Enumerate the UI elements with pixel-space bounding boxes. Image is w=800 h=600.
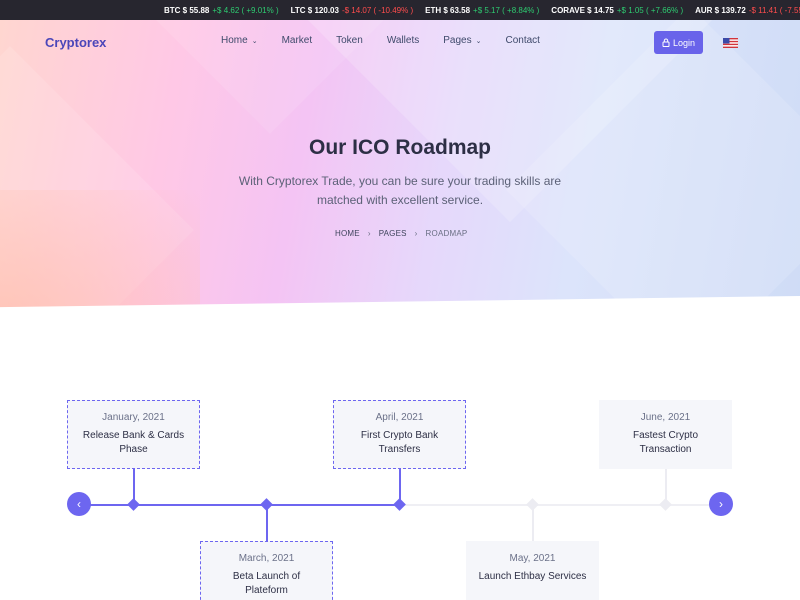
roadmap-card: April, 2021 First Crypto Bank Transfers [333, 400, 466, 469]
nav-token-label: Token [336, 35, 363, 46]
brand-logo[interactable]: Cryptorex [45, 35, 106, 50]
breadcrumb-current: ROADMAP [425, 229, 468, 238]
nav-wallets[interactable]: Wallets [387, 35, 419, 46]
nav-home-label: Home [221, 35, 248, 46]
ticker-symbol: BTC $ 55.88 [164, 5, 210, 15]
nav-market[interactable]: Market [282, 35, 313, 46]
roadmap-card: January, 2021 Release Bank & Cards Phase [67, 400, 200, 469]
roadmap-date: January, 2021 [102, 412, 165, 423]
timeline-marker [659, 498, 672, 511]
nav-contact-label: Contact [505, 35, 540, 46]
nav-pages[interactable]: Pages ⌄ [443, 35, 481, 46]
roadmap-date: April, 2021 [375, 412, 424, 423]
nav-token[interactable]: Token [336, 35, 363, 46]
ticker-change: +$ 5.17 ( +8.84% ) [473, 5, 540, 15]
roadmap-title: First Crypto Bank Transfers [360, 430, 439, 455]
roadmap-title: Fastest Crypto Transaction [632, 430, 699, 455]
hero-section [0, 20, 800, 310]
us-flag-icon[interactable] [723, 38, 738, 48]
roadmap-date: March, 2021 [238, 553, 295, 564]
breadcrumb-home[interactable]: HOME [335, 229, 360, 238]
ticker-item: ETH $ 63.58 +$ 5.17 ( +8.84% ) [425, 6, 539, 15]
ticker-item: CORAVE $ 14.75 +$ 1.05 ( +7.66% ) [551, 6, 683, 15]
ticker-track: BTC $ 55.88 +$ 4.62 ( +9.01% ) LTC $ 120… [164, 0, 800, 20]
roadmap-card: June, 2021 Fastest Crypto Transaction [599, 400, 732, 469]
breadcrumb-separator: › [414, 229, 418, 238]
nav-market-label: Market [281, 35, 313, 46]
ticker-symbol: LTC $ 120.03 [290, 5, 339, 15]
roadmap-card: May, 2021 Launch Ethbay Services [466, 541, 599, 600]
nav-pages-label: Pages [443, 35, 472, 46]
ticker-change: -$ 14.07 ( -10.49% ) [341, 5, 414, 15]
breadcrumb-separator: › [367, 229, 371, 238]
page-subtitle: With Cryptorex Trade, you can be sure yo… [238, 174, 562, 207]
roadmap-title: Launch Ethbay Services [478, 571, 587, 582]
roadmap-card: March, 2021 Beta Launch of Plateform [200, 541, 333, 600]
timeline-marker [526, 498, 539, 511]
roadmap-title: Release Bank & Cards Phase [82, 430, 185, 455]
price-ticker: BTC $ 55.88 +$ 4.62 ( +9.01% ) LTC $ 120… [0, 0, 800, 20]
chevron-left-icon: ‹ [77, 497, 81, 511]
timeline-marker [260, 498, 273, 511]
lock-icon [662, 38, 670, 47]
ticker-symbol: ETH $ 63.58 [425, 5, 471, 15]
login-button[interactable]: Login [654, 31, 703, 54]
main-nav: Home ⌄ Market Token Wallets Pages ⌄ Cont… [221, 35, 564, 46]
ticker-item: BTC $ 55.88 +$ 4.62 ( +9.01% ) [164, 6, 279, 15]
chevron-down-icon: ⌄ [251, 37, 258, 45]
page-title: Our ICO Roadmap [308, 136, 492, 159]
roadmap-title: Beta Launch of Plateform [232, 571, 301, 596]
roadmap-date: June, 2021 [640, 412, 691, 423]
roadmap-date: May, 2021 [509, 553, 556, 564]
ticker-symbol: CORAVE $ 14.75 [551, 5, 614, 15]
prev-arrow-button[interactable]: ‹ [67, 492, 91, 516]
ticker-item: LTC $ 120.03 -$ 14.07 ( -10.49% ) [291, 6, 413, 15]
nav-wallets-label: Wallets [386, 35, 420, 46]
ticker-change: +$ 1.05 ( +7.66% ) [616, 5, 684, 15]
timeline-marker [393, 498, 406, 511]
breadcrumb-pages[interactable]: PAGES [379, 229, 407, 238]
breadcrumb: HOME › PAGES › ROADMAP [335, 229, 467, 238]
chevron-right-icon: › [719, 497, 723, 511]
ticker-item: AUR $ 139.72 -$ 11.41 ( -7.55% [695, 6, 800, 15]
chevron-down-icon: ⌄ [475, 37, 482, 45]
hero-glow [0, 190, 200, 310]
ticker-symbol: AUR $ 139.72 [695, 5, 746, 15]
next-arrow-button[interactable]: › [709, 492, 733, 516]
timeline-marker [127, 498, 140, 511]
ticker-change: +$ 4.62 ( +9.01% ) [212, 5, 279, 15]
nav-contact[interactable]: Contact [505, 35, 539, 46]
nav-home[interactable]: Home ⌄ [221, 35, 258, 46]
ticker-change: -$ 11.41 ( -7.55% [748, 5, 800, 15]
login-label: Login [672, 37, 696, 48]
